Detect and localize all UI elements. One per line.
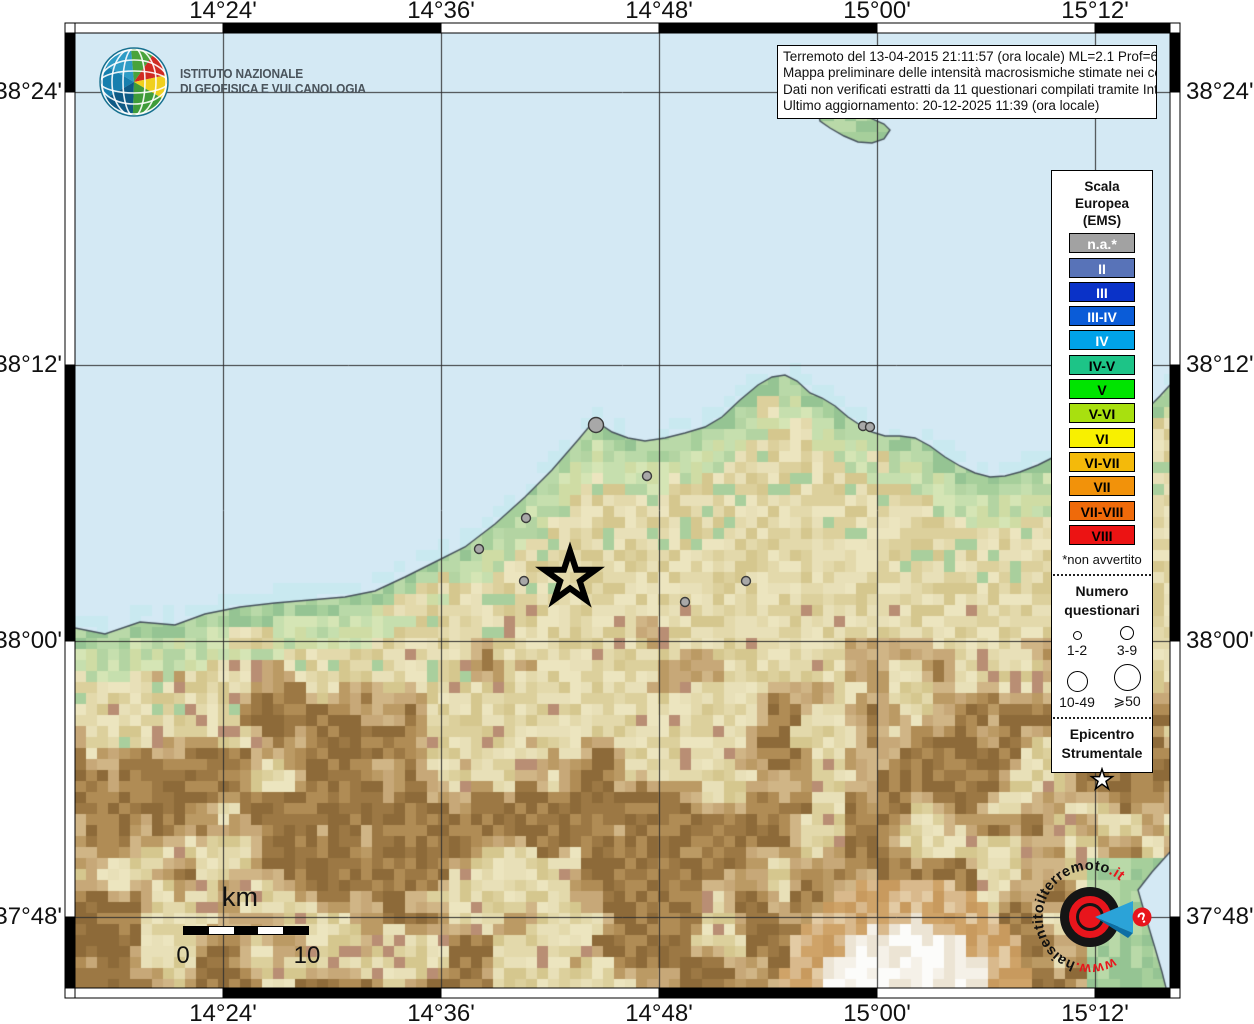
frame-segment (223, 988, 441, 998)
info-box-line: Dati non verificati estratti da 11 quest… (783, 82, 1151, 98)
frame-segment (1170, 92, 1180, 365)
frame-segment (877, 988, 1095, 998)
axis-tick-label: 38°00' (0, 627, 62, 655)
frame-segment (65, 917, 75, 988)
ingv-name-line1: ISTITUTO NAZIONALE (180, 67, 366, 82)
size-circle-icon (1120, 626, 1134, 640)
frame-segment (1170, 33, 1180, 92)
axis-tick-label: 38°12' (1186, 351, 1254, 379)
scale-bar-segments (183, 926, 309, 935)
intensity-swatch: VII-VIII (1069, 501, 1135, 521)
legend-separator (1053, 574, 1151, 576)
frame-segment (65, 33, 75, 92)
frame-segment (1170, 365, 1180, 641)
intensity-scale: n.a.*IIIIIIII-IVIVIV-VVV-VIVIVI-VIIVIIVI… (1052, 233, 1152, 545)
questionnaire-size-item: 1-2 (1052, 626, 1102, 658)
frame-segment (441, 988, 659, 998)
axis-tick-label: 14°24' (189, 0, 257, 25)
size-label: 3-9 (1117, 642, 1137, 658)
epicenter-title: Epicentro Strumentale (1052, 725, 1152, 763)
questionnaire-size-item: ⩾50 (1102, 664, 1152, 710)
questionnaires-title: Numero questionari (1052, 582, 1152, 620)
frame-segment (65, 23, 75, 33)
axis-tick-label: 37°48' (1186, 903, 1254, 931)
intensity-swatch: II (1069, 258, 1135, 278)
frame-segment (1095, 988, 1170, 998)
macroseismic-map-page: 14°24' 14°36' 14°48' 15°00' 15°12' 14°24' 14°… (0, 0, 1254, 1024)
epicenter-star-icon (1088, 767, 1116, 793)
scale-bar-end: 10 (294, 942, 321, 970)
intensity-swatch: n.a.* (1069, 233, 1135, 253)
size-circle-icon (1114, 664, 1141, 691)
axis-tick-label: 14°24' (189, 1000, 257, 1024)
info-box-line: Mappa preliminare delle intensità macros… (783, 65, 1151, 81)
size-circle-icon (1067, 671, 1088, 692)
legend-title: Scala Europea (EMS) (1052, 171, 1152, 229)
ingv-name-line2: DI GEOFISICA E VULCANOLOGIA (180, 82, 366, 97)
axis-tick-label: 14°36' (407, 0, 475, 25)
axis-tick-label: 14°36' (407, 1000, 475, 1024)
intensity-swatch: VII (1069, 476, 1135, 496)
info-box-line: Ultimo aggiornamento: 20-12-2025 11:39 (… (783, 98, 1151, 114)
axis-tick-label: 14°48' (625, 1000, 693, 1024)
questionnaire-size-item: 10-49 (1052, 664, 1102, 710)
intensity-swatch: III (1069, 282, 1135, 302)
frame-segment (1170, 23, 1180, 33)
scale-bar-unit: km (222, 882, 258, 913)
axis-tick-label: 38°24' (1186, 78, 1254, 106)
frame-segment (65, 988, 75, 998)
ingv-name: ISTITUTO NAZIONALE DI GEOFISICA E VULCAN… (180, 67, 366, 97)
frame-segment (65, 365, 75, 641)
axis-tick-label: 38°12' (0, 351, 62, 379)
size-circle-icon (1073, 631, 1082, 640)
size-label: 1-2 (1067, 642, 1087, 658)
size-label: 10-49 (1059, 694, 1095, 710)
axis-tick-label: 38°00' (1186, 627, 1254, 655)
axis-tick-label: 37°48' (0, 903, 62, 931)
intensity-swatch: IV-V (1069, 355, 1135, 375)
intensity-swatch: V (1069, 379, 1135, 399)
scale-bar-start: 0 (176, 942, 189, 970)
intensity-swatch: VI (1069, 428, 1135, 448)
intensity-swatch: VIII (1069, 525, 1135, 545)
intensity-swatch: V-VI (1069, 403, 1135, 423)
axis-tick-label: 38°24' (0, 78, 62, 106)
intensity-swatch: IV (1069, 330, 1135, 350)
axis-tick-label: 15°00' (843, 1000, 911, 1024)
legend-panel: Scala Europea (EMS) n.a.*IIIIIIII-IVIVIV… (1051, 170, 1153, 773)
frame-segment (75, 988, 223, 998)
frame-segment (65, 641, 75, 917)
ingv-globe-icon (98, 46, 170, 118)
frame-segment (1170, 917, 1180, 988)
intensity-swatch: III-IV (1069, 306, 1135, 326)
frame-segment (1170, 988, 1180, 998)
frame-segment (659, 988, 877, 998)
legend-separator (1053, 717, 1151, 719)
axis-tick-label: 15°12' (1061, 1000, 1129, 1024)
questionnaire-size-item: 3-9 (1102, 626, 1152, 658)
axis-tick-label: 15°00' (843, 0, 911, 25)
star-glyph (1092, 769, 1113, 789)
ingv-logo: ISTITUTO NAZIONALE DI GEOFISICA E VULCAN… (98, 46, 376, 118)
frame-segment (1170, 641, 1180, 917)
intensity-swatch: VI-VII (1069, 452, 1135, 472)
legend-footnote: *non avvertito (1052, 552, 1152, 567)
questionnaire-size-key: 1-2 3-9 10-49 ⩾50 (1052, 626, 1152, 710)
size-label: ⩾50 (1113, 693, 1140, 710)
info-box-line: Terremoto del 13-04-2015 21:11:57 (ora l… (783, 49, 1151, 65)
terrain-map (75, 33, 1170, 988)
earthquake-info-box: Terremoto del 13-04-2015 21:11:57 (ora l… (777, 45, 1157, 119)
axis-tick-label: 14°48' (625, 0, 693, 25)
axis-tick-label: 15°12' (1061, 0, 1129, 25)
frame-segment (65, 92, 75, 365)
